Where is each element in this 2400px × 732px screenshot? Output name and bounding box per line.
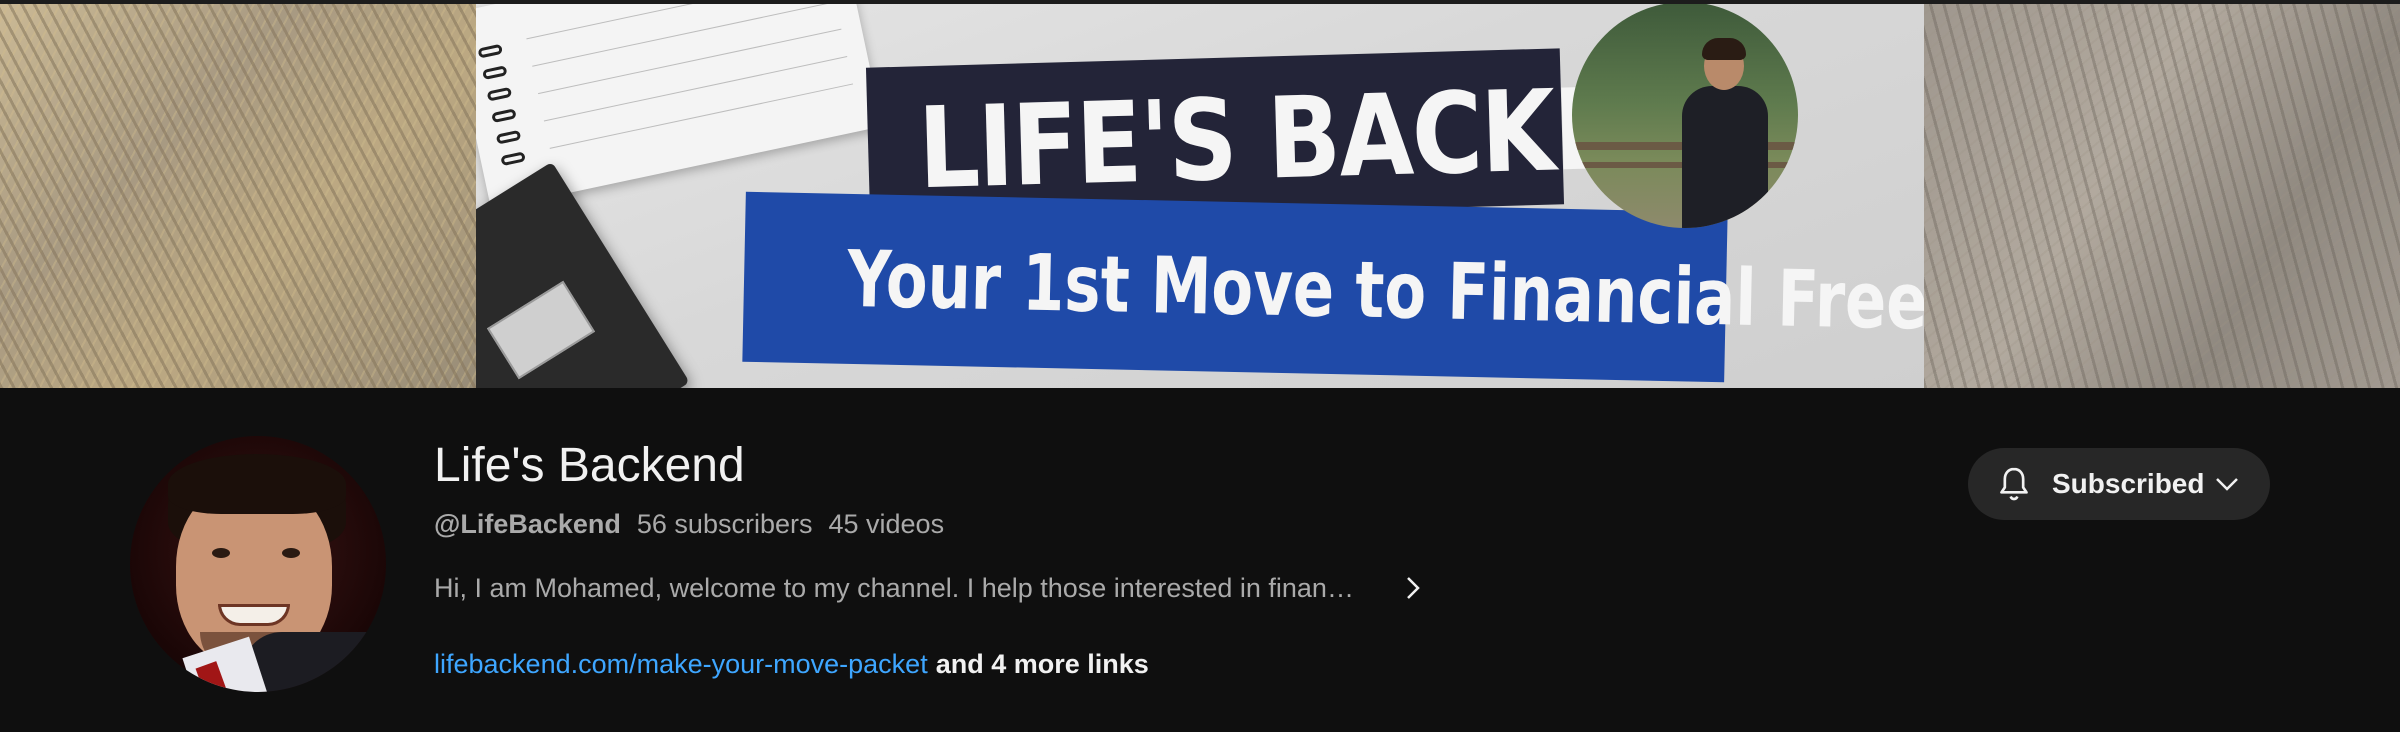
subscribed-label: Subscribed [2052, 468, 2205, 499]
channel-meta: @LifeBackend 56 subscribers 45 videos [434, 506, 944, 542]
channel-handle: @LifeBackend [434, 509, 621, 539]
chevron-down-icon [2212, 469, 2242, 499]
channel-banner: LIFE'S BACKEND Your 1st Move to Financia… [0, 0, 2400, 388]
channel-links: lifebackend.com/make-your-move-packet and… [434, 646, 1149, 682]
channel-name: Life's Backend [434, 439, 745, 492]
banner-subtitle: Your 1st Move to Financial Freedom [846, 234, 1924, 351]
bell-icon [1994, 464, 2034, 504]
chevron-right-icon[interactable] [1398, 573, 1428, 603]
subscribed-button[interactable]: Subscribed [1968, 448, 2270, 520]
channel-description[interactable]: Hi, I am Mohamed, welcome to my channel.… [434, 570, 1354, 606]
banner-portrait-photo [1572, 2, 1798, 228]
banner-right-texture [1924, 0, 2400, 388]
channel-avatar[interactable] [130, 436, 386, 692]
subscriber-count: 56 subscribers [636, 509, 813, 539]
banner-top-edge [0, 0, 2400, 4]
video-count: 45 videos [828, 509, 945, 539]
channel-link[interactable]: lifebackend.com/make-your-move-packet [434, 649, 928, 679]
banner-left-texture [0, 0, 476, 388]
banner-artwork: LIFE'S BACKEND Your 1st Move to Financia… [476, 0, 1924, 388]
more-links-button[interactable]: and 4 more links [936, 649, 1149, 679]
